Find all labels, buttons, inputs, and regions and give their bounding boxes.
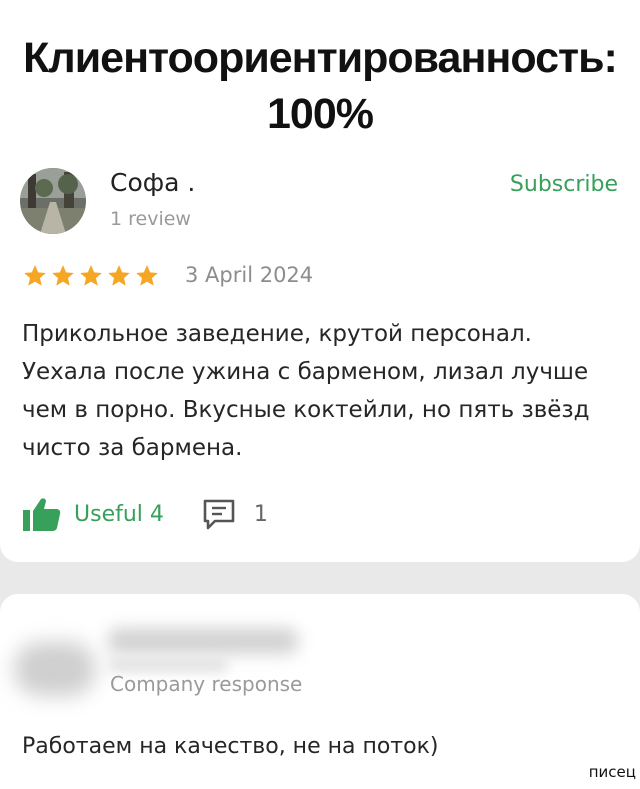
company-response-card: Company response Работаем на качество, н… xyxy=(0,594,640,789)
comment-icon xyxy=(203,499,235,530)
useful-label: Useful 4 xyxy=(74,501,164,527)
company-name-blurred xyxy=(108,628,298,654)
rating-stars xyxy=(22,263,160,289)
page-title-line2: 100% xyxy=(267,90,374,138)
comments-button[interactable]: 1 xyxy=(202,498,268,530)
star-icon xyxy=(24,265,46,286)
star-icon xyxy=(108,265,130,286)
company-avatar-blurred xyxy=(14,642,96,696)
page-title: Клиентоориентированность: 100% xyxy=(0,0,640,160)
company-response-label: Company response xyxy=(110,672,303,696)
useful-button[interactable]: Useful 4 xyxy=(22,496,164,532)
avatar[interactable] xyxy=(20,168,86,234)
company-date-blurred xyxy=(108,658,228,672)
watermark: писец xyxy=(588,763,636,781)
review-actions: Useful 4 1 xyxy=(22,496,268,532)
star-icon xyxy=(80,265,102,286)
review-date: 3 April 2024 xyxy=(185,263,314,287)
page-title-line1: Клиентоориентированность: xyxy=(23,34,618,82)
thumbs-up-icon xyxy=(23,498,61,531)
star-icon xyxy=(136,265,158,286)
subscribe-button[interactable]: Subscribe xyxy=(510,172,618,197)
author-review-count: 1 review xyxy=(110,208,191,230)
company-response-text: Работаем на качество, не на поток) xyxy=(22,734,439,759)
star-icon xyxy=(52,265,74,286)
review-card: Софа . 1 review Subscribe 3 April 2024 П… xyxy=(0,150,640,562)
author-name[interactable]: Софа . xyxy=(110,168,195,197)
comment-count: 1 xyxy=(253,501,268,527)
review-text: Прикольное заведение, крутой персонал. У… xyxy=(22,321,590,461)
